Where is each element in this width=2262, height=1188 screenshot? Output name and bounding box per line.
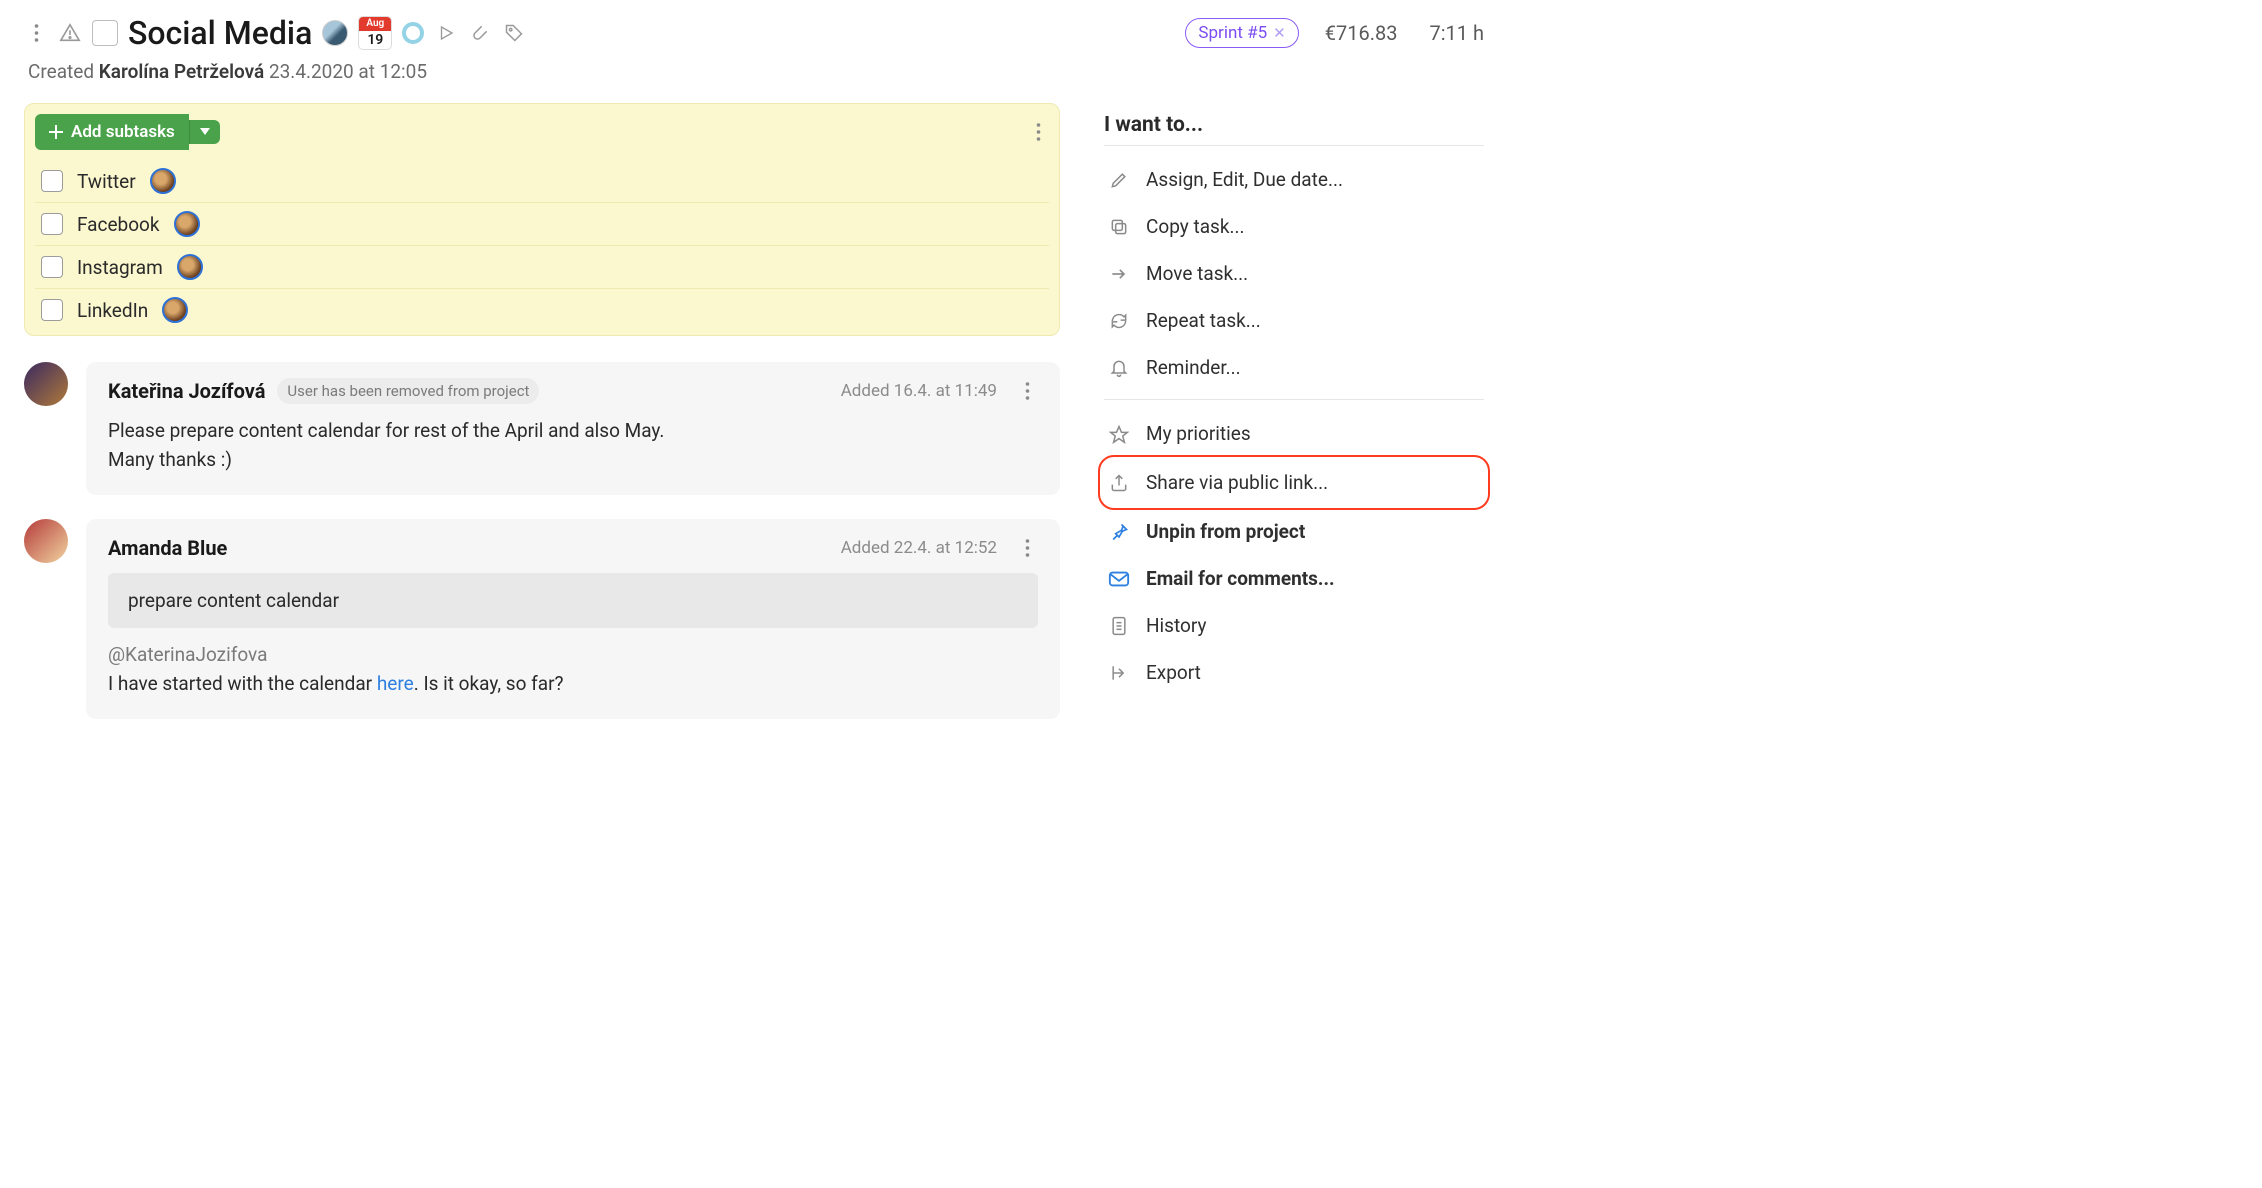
side-action-label: Move task... <box>1146 262 1248 285</box>
subtask-row[interactable]: Twitter <box>35 160 1049 202</box>
side-action-pin[interactable]: Unpin from project <box>1104 508 1484 555</box>
created-meta: Created Karolína Petrželová 23.4.2020 at… <box>28 60 1484 83</box>
subtask-assignee-avatar[interactable] <box>162 297 188 323</box>
subtask-label: Instagram <box>77 256 163 279</box>
share-icon <box>1108 472 1130 494</box>
subtask-label: Facebook <box>77 213 160 236</box>
attachment-icon[interactable] <box>468 21 492 45</box>
side-action-label: Unpin from project <box>1146 520 1305 543</box>
mail-icon <box>1108 568 1130 590</box>
add-subtasks-button[interactable]: Add subtasks <box>35 114 189 150</box>
subtask-checkbox[interactable] <box>41 256 63 278</box>
progress-ring-icon[interactable] <box>402 22 424 44</box>
add-subtasks-label: Add subtasks <box>71 122 175 142</box>
due-day: 19 <box>367 31 383 49</box>
side-action-pencil[interactable]: Assign, Edit, Due date... <box>1104 156 1484 203</box>
comment-text: @KaterinaJozifova I have started with th… <box>108 640 1038 699</box>
add-subtasks-dropdown[interactable] <box>189 120 220 144</box>
subtask-checkbox[interactable] <box>41 213 63 235</box>
side-action-star[interactable]: My priorities <box>1104 410 1484 457</box>
side-action-label: Repeat task... <box>1146 309 1261 332</box>
subtask-checkbox[interactable] <box>41 299 63 321</box>
task-title: Social Media <box>128 14 312 52</box>
arrow-right-icon <box>1108 263 1130 285</box>
side-action-label: Assign, Edit, Due date... <box>1146 168 1343 191</box>
comment-author: Kateřina Jozífová <box>108 379 265 403</box>
side-action-export[interactable]: Export <box>1104 649 1484 696</box>
side-action-label: Email for comments... <box>1146 567 1334 590</box>
side-action-refresh[interactable]: Repeat task... <box>1104 297 1484 344</box>
pin-icon <box>1108 521 1130 543</box>
subtask-label: LinkedIn <box>77 299 148 322</box>
created-timestamp: 23.4.2020 at 12:05 <box>269 60 427 83</box>
comment-avatar[interactable] <box>24 519 68 563</box>
due-date-badge[interactable]: Aug 19 <box>358 16 392 50</box>
comment-more-icon[interactable] <box>1017 378 1038 404</box>
assignee-avatar[interactable] <box>322 20 348 46</box>
refresh-icon <box>1108 310 1130 332</box>
side-action-doc[interactable]: History <box>1104 602 1484 649</box>
sprint-label: Sprint #5 <box>1198 23 1267 43</box>
comment-more-icon[interactable] <box>1017 535 1038 561</box>
side-action-bell[interactable]: Reminder... <box>1104 344 1484 391</box>
side-action-share[interactable]: Share via public link... <box>1104 459 1484 506</box>
star-icon <box>1108 423 1130 445</box>
comment-block: Kateřina Jozífová User has been removed … <box>24 362 1060 495</box>
side-panel-title: I want to... <box>1104 113 1484 137</box>
subtask-checkbox[interactable] <box>41 170 63 192</box>
comment-block: Amanda Blue Added 22.4. at 12:52 prepare… <box>24 519 1060 719</box>
subtasks-more-icon[interactable] <box>1028 119 1049 145</box>
creator-name: Karolína Petrželová <box>99 60 264 83</box>
quoted-text: prepare content calendar <box>108 573 1038 628</box>
inline-link[interactable]: here <box>377 672 414 695</box>
user-removed-note: User has been removed from project <box>277 378 539 404</box>
comment-author: Amanda Blue <box>108 536 227 560</box>
warning-icon[interactable] <box>58 21 82 45</box>
task-duration: 7:11 h <box>1429 21 1484 45</box>
export-icon <box>1108 662 1130 684</box>
comment-timestamp: Added 16.4. at 11:49 <box>841 381 997 401</box>
subtasks-panel: Add subtasks Twitter Facebook Instagram Lin… <box>24 103 1060 336</box>
comment-avatar[interactable] <box>24 362 68 406</box>
side-action-label: History <box>1146 614 1206 637</box>
side-action-copy[interactable]: Copy task... <box>1104 203 1484 250</box>
more-options-icon[interactable] <box>24 21 48 45</box>
mention[interactable]: @KaterinaJozifova <box>108 640 1038 669</box>
sprint-badge[interactable]: Sprint #5 ✕ <box>1185 18 1298 48</box>
subtask-label: Twitter <box>77 170 136 193</box>
comment-timestamp: Added 22.4. at 12:52 <box>841 538 997 558</box>
bell-icon <box>1108 357 1130 379</box>
side-action-mail[interactable]: Email for comments... <box>1104 555 1484 602</box>
play-icon[interactable] <box>434 21 458 45</box>
subtask-row[interactable]: Instagram <box>35 245 1049 288</box>
side-action-label: Copy task... <box>1146 215 1245 238</box>
side-action-arrow-right[interactable]: Move task... <box>1104 250 1484 297</box>
task-price: €716.83 <box>1325 21 1398 45</box>
subtask-assignee-avatar[interactable] <box>150 168 176 194</box>
subtask-assignee-avatar[interactable] <box>177 254 203 280</box>
subtask-row[interactable]: LinkedIn <box>35 288 1049 331</box>
comment-text: Please prepare content calendar for rest… <box>108 416 1038 475</box>
sprint-remove-icon[interactable]: ✕ <box>1273 24 1286 42</box>
pencil-icon <box>1108 169 1130 191</box>
side-action-label: Export <box>1146 661 1201 684</box>
copy-icon <box>1108 216 1130 238</box>
side-action-label: My priorities <box>1146 422 1251 445</box>
tag-icon[interactable] <box>502 21 526 45</box>
subtask-assignee-avatar[interactable] <box>174 211 200 237</box>
side-action-label: Reminder... <box>1146 356 1241 379</box>
task-complete-checkbox[interactable] <box>92 20 118 46</box>
highlighted-action: Share via public link... <box>1098 455 1490 510</box>
subtask-row[interactable]: Facebook <box>35 202 1049 245</box>
doc-icon <box>1108 615 1130 637</box>
side-action-label: Share via public link... <box>1146 471 1328 494</box>
due-month: Aug <box>359 17 391 31</box>
